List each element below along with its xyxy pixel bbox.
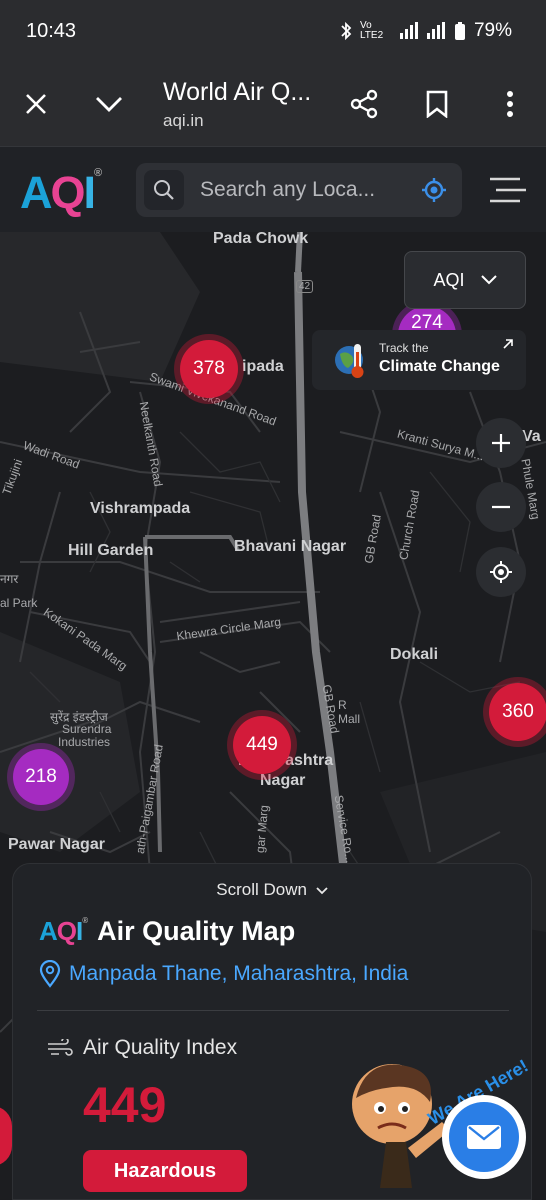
battery-level: 79%	[473, 20, 512, 41]
page-title[interactable]: World Air Q...	[163, 78, 311, 107]
aqi-value: 449	[83, 1077, 167, 1133]
logo-letter-q: Q	[50, 167, 86, 218]
page-url[interactable]: aqi.in	[163, 111, 204, 131]
status-icons: Vo LTE2 79%	[340, 20, 512, 42]
location-link[interactable]: Manpada Thane, Maharashtra, India	[39, 960, 408, 988]
place-label: Industries	[58, 735, 111, 749]
logo-letter-a: A	[20, 167, 52, 218]
place-label: Hill Garden	[68, 542, 154, 559]
zoom-in-icon	[492, 434, 510, 452]
chevron-down-icon	[316, 886, 328, 894]
close-icon	[26, 94, 46, 114]
divider	[37, 1010, 509, 1011]
search-button[interactable]	[144, 170, 184, 210]
aqi-marker[interactable]: 360	[489, 683, 546, 741]
site-header: AQI®	[0, 146, 546, 232]
scroll-down-toggle[interactable]: Scroll Down	[13, 880, 531, 900]
search-box[interactable]	[136, 163, 462, 217]
aqi-marker[interactable]: 378	[180, 340, 238, 398]
bluetooth-icon	[341, 21, 352, 41]
aqi-label: Air Quality Index	[83, 1036, 238, 1059]
close-button[interactable]	[14, 82, 58, 126]
wind-icon	[48, 1039, 73, 1056]
sheet-title-text: Air Quality Map	[97, 916, 296, 946]
aqi-marker[interactable]: 218	[13, 749, 69, 805]
highway-shield: 42	[296, 280, 314, 293]
place-label: Nagar	[260, 772, 306, 789]
my-location-icon	[490, 561, 512, 583]
aqi-logo[interactable]: AQI®	[20, 167, 102, 219]
aqi-marker-value: 360	[502, 701, 534, 722]
place-label: Dokali	[390, 646, 439, 663]
thermometer-globe-icon	[335, 344, 364, 378]
mail-inner	[449, 1102, 519, 1172]
my-location-button[interactable]	[476, 547, 526, 597]
place-label: Vishrampada	[90, 500, 191, 517]
place-label: Surendra	[62, 722, 112, 736]
status-bar: 10:43 Vo LTE2 79%	[0, 0, 546, 64]
status-badge: Hazardous	[83, 1150, 247, 1192]
place-label: Pawar Nagar	[8, 836, 105, 853]
collapse-button[interactable]	[87, 82, 131, 126]
browser-toolbar: World Air Q... aqi.in	[0, 64, 546, 146]
bookmark-icon	[426, 90, 448, 118]
menu-icon[interactable]	[488, 177, 528, 203]
zoom-out-button[interactable]	[476, 482, 526, 532]
place-label: ipada	[242, 358, 284, 375]
aqi-mini-logo: AQI®	[39, 916, 88, 946]
search-icon	[154, 180, 174, 200]
aqi-marker[interactable]: 449	[233, 716, 291, 774]
place-label: R	[338, 698, 347, 712]
network-label: Vo LTE2	[359, 20, 384, 41]
chevron-down-icon	[480, 275, 497, 285]
zoom-out-icon	[492, 505, 510, 509]
scroll-down-label: Scroll Down	[216, 880, 307, 899]
climate-line2: Climate Change	[379, 358, 500, 375]
more-icon	[507, 91, 513, 117]
locate-icon[interactable]	[420, 176, 448, 204]
place-label: Mall	[338, 712, 361, 726]
climate-change-card[interactable]: Track the Climate Change	[312, 330, 526, 390]
aqi-marker-value: 378	[193, 358, 225, 379]
aqi-marker-value: 218	[25, 766, 57, 787]
contact-mail-button[interactable]	[442, 1095, 526, 1179]
signal-icon	[426, 22, 445, 39]
location-text: Manpada Thane, Maharashtra, India	[69, 962, 409, 985]
bookmark-button[interactable]	[415, 82, 459, 126]
external-link-icon	[503, 339, 513, 349]
place-label: al Park	[0, 596, 38, 610]
share-button[interactable]	[342, 82, 386, 126]
signal-5g-icon	[399, 22, 418, 39]
battery-icon	[454, 22, 465, 40]
share-icon	[350, 89, 378, 119]
pollutant-dropdown[interactable]: AQI	[404, 251, 526, 309]
place-label: Pada Chowk	[213, 232, 309, 247]
mail-icon	[467, 1125, 501, 1149]
more-button[interactable]	[488, 82, 532, 126]
status-time: 10:43	[26, 20, 77, 42]
aqi-marker-value: 449	[246, 734, 278, 755]
sheet-title: AQI® Air Quality Map	[39, 916, 295, 947]
place-label: Bhavani Nagar	[234, 538, 347, 555]
logo-letter-i: I	[83, 167, 96, 218]
climate-line1: Track the	[379, 341, 429, 355]
place-label: नगर	[0, 572, 19, 586]
zoom-in-button[interactable]	[476, 418, 526, 468]
location-pin-icon	[39, 960, 61, 988]
chevron-down-icon	[96, 97, 122, 112]
aqi-label-row: Air Quality Index	[47, 1036, 237, 1060]
dropdown-label: AQI	[433, 269, 465, 290]
search-input[interactable]	[200, 173, 410, 207]
logo-registered: ®	[94, 167, 103, 179]
